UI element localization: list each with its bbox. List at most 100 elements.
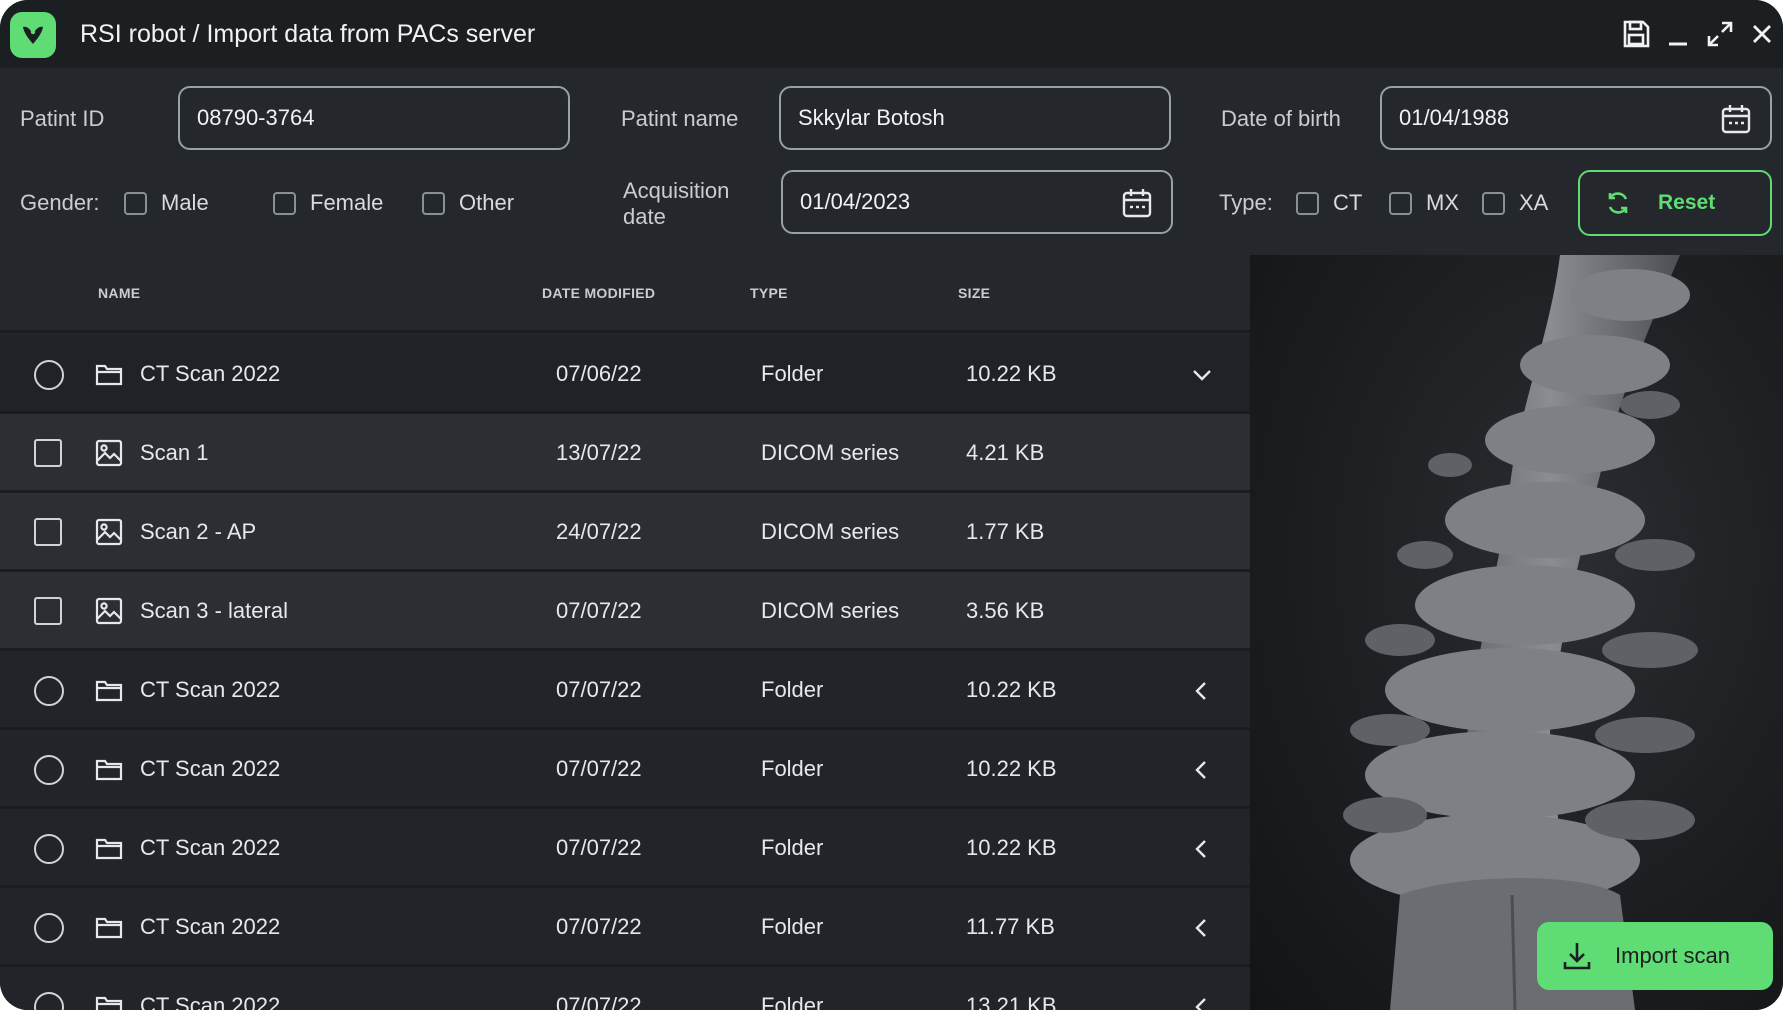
- acquisition-date-label: Acquisition date: [623, 178, 729, 230]
- row-name: Scan 2 - AP: [140, 519, 257, 544]
- chevron-left-icon[interactable]: [1186, 675, 1218, 707]
- calendar-icon[interactable]: [1720, 103, 1752, 141]
- folder-icon: [94, 675, 124, 710]
- table-row[interactable]: Scan 2 - AP 24/07/22 DICOM series 1.77 KB: [0, 493, 1250, 572]
- row-radio-button[interactable]: [34, 360, 64, 390]
- save-icon[interactable]: [1618, 16, 1654, 52]
- reset-label: Reset: [1658, 191, 1716, 214]
- chevron-left-icon[interactable]: [1186, 754, 1218, 786]
- type-mx-checkbox[interactable]: MX: [1389, 190, 1459, 216]
- close-icon[interactable]: [1744, 16, 1780, 52]
- row-type: Folder: [761, 835, 824, 860]
- table-row[interactable]: CT Scan 2022 07/07/22 Folder 10.22 KB: [0, 809, 1250, 888]
- table-header: NAME DATE MODIFIED TYPE SIZE: [0, 255, 1250, 333]
- app-logo-icon: [10, 12, 56, 58]
- type-xa-label: XA: [1519, 190, 1549, 215]
- row-date-modified: 07/07/22: [556, 677, 642, 702]
- import-scan-label: Import scan: [1615, 943, 1730, 968]
- file-table: NAME DATE MODIFIED TYPE SIZE CT Scan 202…: [0, 255, 1250, 1010]
- table-row[interactable]: CT Scan 2022 07/07/22 Folder 10.22 KB: [0, 651, 1250, 730]
- date-of-birth-field[interactable]: 01/04/1988: [1380, 86, 1772, 150]
- checkbox-box[interactable]: [273, 191, 296, 215]
- app-window: RSI robot / Import data from PACs server…: [0, 0, 1783, 1010]
- row-type: Folder: [761, 361, 824, 386]
- row-name: CT Scan 2022: [140, 914, 281, 939]
- chevron-left-icon[interactable]: [1186, 991, 1218, 1010]
- chevron-left-icon[interactable]: [1186, 833, 1218, 865]
- acquisition-date-field[interactable]: 01/04/2023: [781, 170, 1173, 234]
- folder-icon: [94, 912, 124, 947]
- row-radio-button[interactable]: [34, 755, 64, 785]
- row-size: 11.77 KB: [966, 914, 1055, 939]
- minimize-icon[interactable]: [1660, 16, 1696, 52]
- gender-label: Gender:: [20, 190, 100, 215]
- patient-id-field[interactable]: 08790-3764: [178, 86, 570, 150]
- chevron-down-icon[interactable]: [1186, 359, 1218, 391]
- row-size: 10.22 KB: [966, 835, 1057, 860]
- row-radio-button[interactable]: [34, 913, 64, 943]
- row-type: DICOM series: [761, 598, 900, 623]
- reset-button[interactable]: Reset: [1578, 170, 1772, 236]
- row-date-modified: 07/07/22: [556, 598, 642, 623]
- type-ct-label: CT: [1333, 190, 1363, 215]
- row-size: 4.21 KB: [966, 440, 1045, 465]
- column-header-size[interactable]: SIZE: [958, 285, 990, 301]
- patient-id-value: 08790-3764: [197, 105, 315, 130]
- row-checkbox[interactable]: [34, 597, 62, 625]
- row-size: 13.21 KB: [966, 993, 1057, 1010]
- spine-3d-preview: [1250, 255, 1783, 1010]
- table-row[interactable]: CT Scan 2022 07/07/22 Folder 11.77 KB: [0, 888, 1250, 967]
- column-header-date-modified[interactable]: DATE MODIFIED: [542, 285, 655, 301]
- table-row[interactable]: Scan 3 - lateral 07/07/22 DICOM series 3.56…: [0, 572, 1250, 651]
- row-name: CT Scan 2022: [140, 835, 281, 860]
- patient-name-label: Patint name: [621, 106, 739, 131]
- calendar-icon[interactable]: [1121, 187, 1153, 225]
- row-date-modified: 07/07/22: [556, 993, 642, 1010]
- table-row[interactable]: Scan 1 13/07/22 DICOM series 4.21 KB: [0, 414, 1250, 493]
- row-name: CT Scan 2022: [140, 756, 281, 781]
- folder-icon: [94, 359, 124, 394]
- image-file-icon: [94, 438, 124, 473]
- table-row[interactable]: CT Scan 2022 07/07/22 Folder 10.22 KB: [0, 730, 1250, 809]
- type-ct-checkbox[interactable]: CT: [1296, 190, 1362, 216]
- row-date-modified: 07/07/22: [556, 835, 642, 860]
- maximize-icon[interactable]: [1702, 16, 1738, 52]
- row-name: CT Scan 2022: [140, 993, 281, 1010]
- column-header-type[interactable]: TYPE: [750, 285, 788, 301]
- table-row[interactable]: CT Scan 2022 07/06/22 Folder 10.22 KB: [0, 335, 1250, 414]
- spine-model-image: [1343, 255, 1698, 1010]
- type-xa-checkbox[interactable]: XA: [1482, 190, 1548, 216]
- row-type: DICOM series: [761, 519, 900, 544]
- table-row[interactable]: CT Scan 2022 07/07/22 Folder 13.21 KB: [0, 967, 1250, 1010]
- date-of-birth-label: Date of birth: [1221, 106, 1341, 131]
- acquisition-date-label-line1: Acquisition: [623, 178, 730, 203]
- gender-other-checkbox[interactable]: Other: [422, 190, 514, 216]
- patient-id-label: Patint ID: [20, 106, 105, 131]
- row-checkbox[interactable]: [34, 518, 62, 546]
- gender-female-checkbox[interactable]: Female: [273, 190, 383, 216]
- checkbox-box[interactable]: [124, 191, 147, 215]
- chevron-left-icon[interactable]: [1186, 912, 1218, 944]
- folder-icon: [94, 754, 124, 789]
- row-radio-button[interactable]: [34, 834, 64, 864]
- row-date-modified: 13/07/22: [556, 440, 642, 465]
- checkbox-box[interactable]: [422, 191, 445, 215]
- gender-male-checkbox[interactable]: Male: [124, 190, 209, 216]
- row-type: Folder: [761, 756, 824, 781]
- row-size: 3.56 KB: [966, 598, 1045, 623]
- import-scan-button[interactable]: Import scan: [1537, 922, 1773, 990]
- patient-name-field[interactable]: Skkylar Botosh: [779, 86, 1171, 150]
- row-radio-button[interactable]: [34, 676, 64, 706]
- row-size: 10.22 KB: [966, 756, 1057, 781]
- acquisition-date-value: 01/04/2023: [800, 189, 911, 214]
- checkbox-box[interactable]: [1482, 191, 1505, 215]
- refresh-icon: [1604, 189, 1632, 217]
- checkbox-box[interactable]: [1389, 191, 1412, 215]
- title-bar: RSI robot / Import data from PACs server: [0, 0, 1783, 68]
- row-radio-button[interactable]: [34, 992, 64, 1010]
- row-type: Folder: [761, 993, 824, 1010]
- checkbox-box[interactable]: [1296, 191, 1319, 215]
- column-header-name[interactable]: NAME: [98, 285, 140, 301]
- row-name: Scan 1: [140, 440, 209, 465]
- row-checkbox[interactable]: [34, 439, 62, 467]
